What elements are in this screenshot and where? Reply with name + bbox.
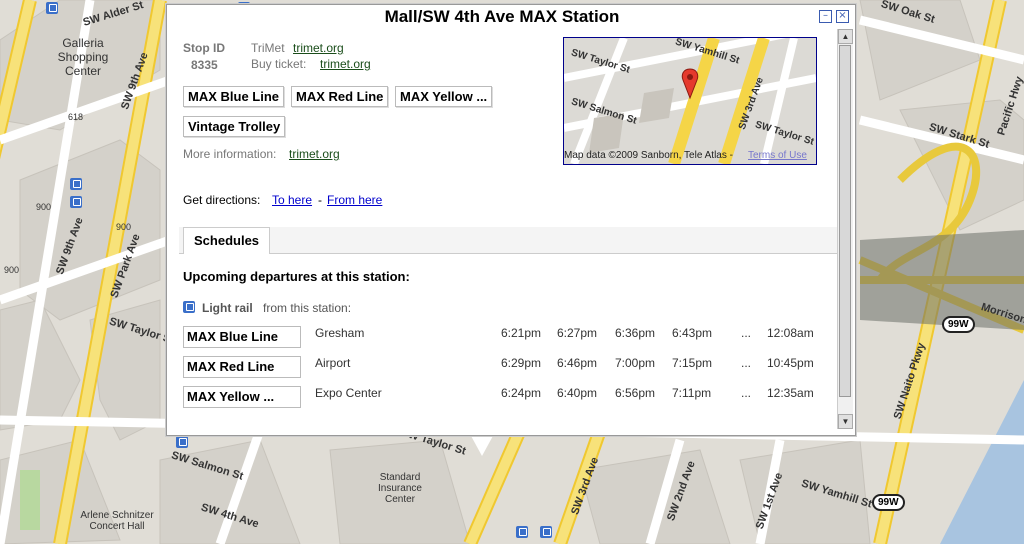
schedule-ellipsis: ... — [741, 326, 752, 340]
schedule-time: 7:11pm — [672, 386, 712, 400]
mode-label: Light rail — [202, 301, 253, 315]
from-here-link[interactable]: From here — [327, 193, 382, 207]
ticket-label: Buy ticket: — [251, 57, 307, 71]
schedule-time: 10:45pm — [767, 356, 814, 370]
route-button-trolley[interactable]: Vintage Trolley — [183, 116, 286, 137]
schedule-time: 7:00pm — [615, 356, 656, 370]
route-button-blue[interactable]: MAX Blue Line — [183, 86, 285, 107]
to-here-link[interactable]: To here — [272, 193, 312, 207]
tab-bar: Schedules — [179, 227, 839, 254]
terms-link[interactable]: Terms of Use — [748, 150, 807, 161]
more-info-label: More information: — [183, 147, 277, 161]
block-number: 900 — [4, 265, 20, 275]
schedule-time: 6:24pm — [501, 386, 542, 400]
schedule-time: 6:40pm — [557, 386, 598, 400]
transit-stop-icon[interactable] — [176, 436, 188, 448]
transit-stop-icon[interactable] — [540, 526, 552, 538]
popup-title: Mall/SW 4th Ave MAX Station — [384, 7, 620, 26]
schedule-destination: Airport — [315, 356, 351, 370]
agency-link[interactable]: trimet.org — [293, 41, 344, 55]
ticket-link[interactable]: trimet.org — [320, 57, 371, 71]
schedule-time: 6:36pm — [615, 326, 656, 340]
popup-pointer — [470, 434, 494, 456]
route-button-red[interactable]: MAX Red Line — [291, 86, 389, 107]
tab-schedules[interactable]: Schedules — [183, 227, 271, 254]
transit-stop-icon[interactable] — [516, 526, 528, 538]
transit-stop-icon[interactable] — [46, 2, 58, 14]
schedule-time: 6:21pm — [501, 326, 542, 340]
place-label: Standard Insurance Center — [378, 472, 422, 505]
transit-stop-icon[interactable] — [70, 196, 82, 208]
station-marker-icon[interactable] — [680, 68, 700, 100]
schedule-time: 6:46pm — [557, 356, 598, 370]
stop-id-value: 8335 — [191, 58, 218, 72]
departures-heading: Upcoming departures at this station: — [183, 269, 410, 284]
schedule-time: 12:35am — [767, 386, 814, 400]
schedule-time: 6:56pm — [615, 386, 656, 400]
close-icon[interactable]: × — [836, 10, 849, 23]
schedule-time: 6:27pm — [557, 326, 598, 340]
agency-label: TriMet — [251, 41, 285, 55]
station-minimap[interactable]: SW Taylor St SW Yamhill St SW Salmon St … — [563, 37, 817, 165]
scroll-down-icon[interactable]: ▼ — [838, 414, 853, 429]
schedule-line-button[interactable]: MAX Blue Line — [183, 326, 301, 348]
highway-shield-99w: 99W — [872, 494, 905, 511]
scroll-thumb[interactable] — [839, 45, 851, 397]
directions-label: Get directions: — [183, 193, 261, 207]
schedule-ellipsis: ... — [741, 356, 752, 370]
route-button-yellow[interactable]: MAX Yellow ... — [395, 86, 493, 107]
place-label: Arlene Schnitzer Concert Hall — [80, 510, 154, 532]
station-info-window: Mall/SW 4th Ave MAX Station – × Stop ID … — [166, 4, 856, 436]
stop-id-label: Stop ID — [183, 41, 225, 55]
popup-scrollbar[interactable]: ▲ ▼ — [837, 29, 853, 429]
block-number: 900 — [36, 202, 52, 212]
schedule-line-button[interactable]: MAX Yellow ... — [183, 386, 301, 408]
minimap-attribution: Map data ©2009 Sanborn, Tele Atlas - — [564, 150, 733, 161]
block-number: 900 — [116, 222, 132, 232]
more-info-link[interactable]: trimet.org — [289, 147, 340, 161]
schedule-line-button[interactable]: MAX Red Line — [183, 356, 301, 378]
highway-shield-99w: 99W — [942, 316, 975, 333]
transit-stop-icon[interactable] — [70, 178, 82, 190]
schedule-destination: Gresham — [315, 326, 365, 340]
minimize-icon[interactable]: – — [819, 10, 832, 23]
schedule-time: 6:43pm — [672, 326, 713, 340]
mode-suffix: from this station: — [263, 301, 352, 315]
scroll-up-icon[interactable]: ▲ — [838, 29, 853, 44]
schedule-destination: Expo Center — [315, 386, 382, 400]
block-number: 618 — [68, 112, 84, 122]
schedule-time: 6:29pm — [501, 356, 542, 370]
directions-separator: - — [318, 193, 322, 207]
schedule-time: 7:15pm — [672, 356, 713, 370]
schedule-time: 12:08am — [767, 326, 814, 340]
light-rail-icon — [183, 301, 195, 313]
place-label: Galleria Shopping Center — [57, 36, 109, 78]
schedule-ellipsis: ... — [741, 386, 752, 400]
